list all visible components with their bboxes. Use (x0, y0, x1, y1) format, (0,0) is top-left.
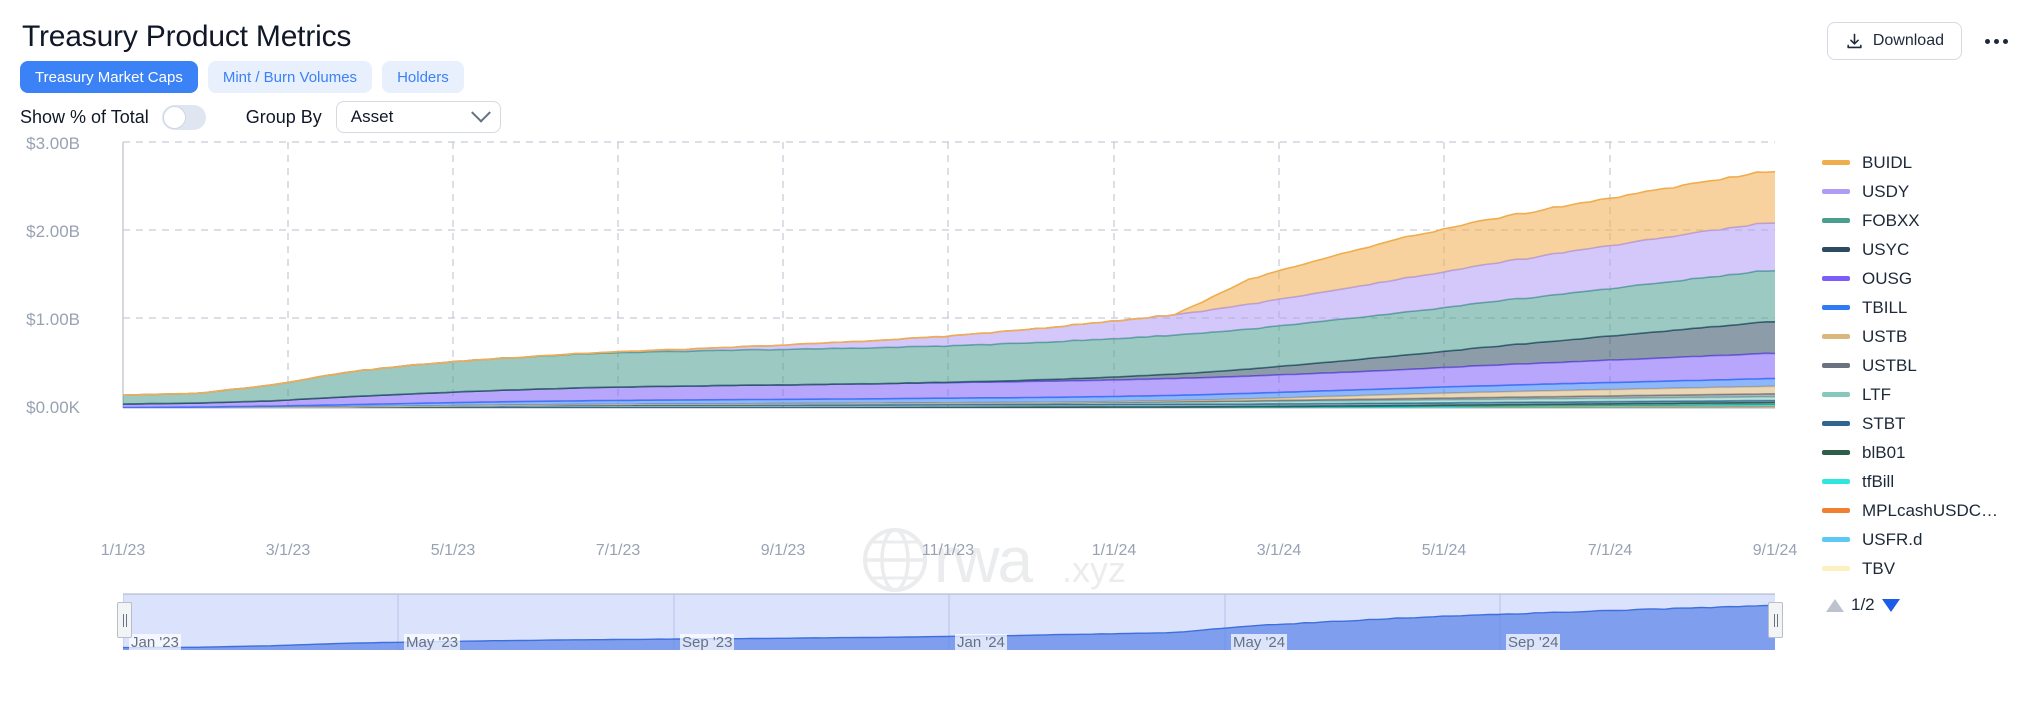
legend-item-label: BUIDL (1862, 152, 1913, 172)
legend-item-blb01[interactable]: blB01 (1822, 438, 2032, 467)
navigator-left-handle[interactable] (117, 602, 132, 638)
x-axis-tick-label: 9/1/24 (1752, 542, 1798, 559)
more-horizontal-icon-dot (1993, 38, 1999, 44)
legend-color-swatch (1822, 479, 1850, 484)
navigator-tick-label: Jan '24 (955, 634, 1007, 651)
legend-item-buidl[interactable]: BUIDL (1822, 148, 2032, 177)
x-axis-tick-label: 11/1/23 (921, 542, 975, 559)
legend-item-usyc[interactable]: USYC (1822, 235, 2032, 264)
legend-item-tfbill[interactable]: tfBill (1822, 467, 2032, 496)
legend-pager: 1/2 (1826, 595, 2032, 615)
x-axis-tick-label: 5/1/23 (430, 542, 476, 559)
legend-item-tbill[interactable]: TBILL (1822, 293, 2032, 322)
legend-item-label: USYC (1862, 239, 1910, 259)
download-button[interactable]: Download (1826, 22, 1962, 60)
legend-color-swatch (1822, 566, 1850, 571)
legend-color-swatch (1822, 189, 1850, 194)
legend-item-ltf[interactable]: LTF (1822, 380, 2032, 409)
navigator-tick-label: May '23 (404, 634, 461, 651)
chart-container: $3.00B $2.00B $1.00B $0.00K rwa .xyz 1/1… (0, 130, 2032, 596)
legend-item-label: OUSG (1862, 268, 1913, 288)
legend-item-label: USFR.d (1862, 529, 1923, 549)
x-axis-tick-label: 1/1/24 (1091, 542, 1137, 559)
tab-label: Holders (397, 68, 449, 86)
x-axis-tick-label: 9/1/23 (760, 542, 806, 559)
tab-treasury-market-caps[interactable]: Treasury Market Caps (20, 61, 198, 93)
more-options-button[interactable] (1978, 24, 2014, 58)
tab-mint-burn-volumes[interactable]: Mint / Burn Volumes (207, 61, 373, 93)
legend-item-fobxx[interactable]: FOBXX (1822, 206, 2032, 235)
x-axis-tick-label: 3/1/24 (1256, 542, 1302, 559)
tab-label: Treasury Market Caps (35, 68, 183, 86)
x-axis-tick-label: 5/1/24 (1421, 542, 1467, 559)
legend-item-label: USTBL (1862, 355, 1917, 375)
legend-item-label: MPLcashUSDC… (1862, 500, 1999, 520)
show-percent-label: Show % of Total (20, 106, 149, 127)
legend-item-tbv[interactable]: TBV (1822, 554, 2032, 583)
chart-navigator[interactable]: Jan '23 May '23 Sep '23 Jan '24 May '24 … (117, 590, 1783, 662)
legend-item-ustb[interactable]: USTB (1822, 322, 2032, 351)
navigator-tick-label: May '24 (1231, 634, 1288, 651)
legend-item-ustbl[interactable]: USTBL (1822, 351, 2032, 380)
legend-item-label: TBILL (1862, 297, 1908, 317)
navigator-plot[interactable] (123, 590, 1775, 662)
legend-item-ousg[interactable]: OUSG (1822, 264, 2032, 293)
chart-controls: Show % of Total Group By Asset (20, 101, 501, 133)
legend-item-usfrd[interactable]: USFR.d (1822, 525, 2032, 554)
navigator-tick-label: Jan '23 (129, 634, 181, 651)
navigator-right-handle[interactable] (1768, 602, 1783, 638)
legend-color-swatch (1822, 160, 1850, 165)
metric-tabs: Treasury Market Caps Mint / Burn Volumes… (20, 61, 464, 93)
legend-item-label: USTB (1862, 326, 1908, 346)
toggle-knob (162, 105, 186, 129)
group-by-label: Group By (245, 106, 322, 127)
tab-label: Mint / Burn Volumes (222, 68, 358, 86)
legend-color-swatch (1822, 392, 1850, 397)
legend-item-label: tfBill (1862, 471, 1895, 491)
legend-color-swatch (1822, 363, 1850, 368)
legend-item-label: STBT (1862, 413, 1906, 433)
legend-prev-page-button[interactable] (1826, 598, 1844, 612)
legend-item-stbt[interactable]: STBT (1822, 409, 2032, 438)
legend-color-swatch (1822, 247, 1850, 252)
group-by-select[interactable]: Asset (335, 101, 501, 133)
legend-color-swatch (1822, 276, 1850, 281)
legend-page-indicator: 1/2 (1851, 595, 1875, 614)
chart-legend: BUIDL USDY FOBXX USYC OUSG TBILL USTB USTBL LTF S… (1822, 148, 2032, 615)
legend-item-label: FOBXX (1862, 210, 1920, 230)
legend-color-swatch (1822, 508, 1850, 513)
page-header: Treasury Product Metrics Download (0, 0, 2032, 60)
download-button-label: Download (1872, 32, 1944, 49)
x-axis-tick-label: 7/1/24 (1587, 542, 1633, 559)
legend-next-page-button[interactable] (1881, 598, 1900, 612)
group-by-value: Asset (350, 107, 394, 126)
legend-color-swatch (1822, 305, 1850, 310)
chevron-down-icon (470, 102, 491, 123)
more-horizontal-icon-dot (1984, 38, 1990, 44)
treasury-product-metrics-page: Treasury Product Metrics Download Treasu… (0, 0, 2032, 705)
legend-color-swatch (1822, 218, 1850, 223)
stacked-area-plot[interactable] (0, 130, 2032, 560)
area-series-group (123, 170, 1775, 408)
more-horizontal-icon-dot (2002, 38, 2008, 44)
legend-item-usdy[interactable]: USDY (1822, 177, 2032, 206)
navigator-tick-label: Sep '24 (1506, 634, 1561, 651)
tab-holders[interactable]: Holders (382, 61, 464, 93)
x-axis-tick-label: 3/1/23 (265, 542, 311, 559)
legend-item-label: LTF (1862, 384, 1891, 404)
legend-item-label: TBV (1862, 558, 1896, 578)
x-axis-tick-label: 1/1/23 (100, 542, 146, 559)
legend-color-swatch (1822, 421, 1850, 426)
page-title: Treasury Product Metrics (22, 20, 352, 53)
download-icon (1847, 33, 1862, 48)
legend-color-swatch (1822, 537, 1850, 542)
navigator-tick-label: Sep '23 (680, 634, 735, 651)
legend-item-label: USDY (1862, 181, 1910, 201)
legend-item-mplcashusdc[interactable]: MPLcashUSDC… (1822, 496, 2032, 525)
legend-item-label: blB01 (1862, 442, 1906, 462)
x-axis-tick-label: 7/1/23 (595, 542, 641, 559)
show-percent-toggle[interactable] (161, 104, 206, 130)
legend-color-swatch (1822, 334, 1850, 339)
legend-color-swatch (1822, 450, 1850, 455)
